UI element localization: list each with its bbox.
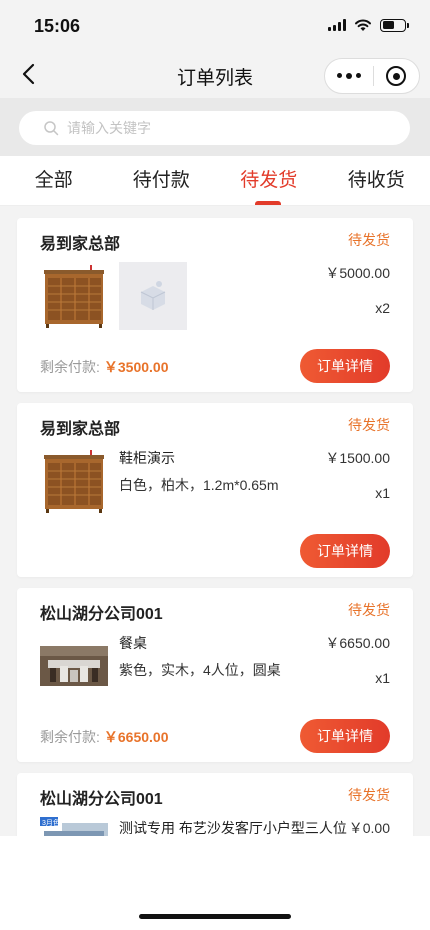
- battery-icon: [380, 18, 409, 32]
- goods-price: ￥6650.00: [325, 635, 390, 651]
- remaining-amount: ￥3500.00: [103, 359, 169, 375]
- goods-qty: x2: [375, 300, 390, 316]
- dining-table-thumbnail: [40, 632, 108, 700]
- shop-name: 易到家总部: [40, 421, 121, 438]
- status-icons: [328, 18, 409, 32]
- remaining-payment: 剩余付款: ￥3500.00: [40, 357, 169, 377]
- tab-pending-payment[interactable]: 待付款: [108, 156, 216, 205]
- goods-spec: 白色，柏木，1.2m*0.65m: [119, 477, 279, 493]
- remaining-label: 剩余付款:: [40, 359, 100, 375]
- tab-pending-receipt[interactable]: 待收货: [323, 156, 430, 205]
- cabinet-thumbnail: [40, 262, 108, 330]
- remaining-amount: ￥6650.00: [103, 729, 169, 745]
- status-bar: 15:06: [0, 0, 430, 54]
- search-box[interactable]: [19, 111, 410, 145]
- order-card[interactable]: 易到家总部 待发货 ￥5000.00 x2 剩余付款: ￥3500.00 订单详…: [17, 218, 413, 392]
- search-input[interactable]: [67, 120, 367, 136]
- goods-spec: 紫色，实木，4人位，圆桌: [119, 662, 281, 678]
- goods-price: ￥0.00: [348, 820, 390, 836]
- goods-name: 鞋柜演示: [119, 450, 175, 466]
- wifi-icon: [355, 19, 371, 31]
- order-status: 待发货: [348, 602, 390, 618]
- order-card[interactable]: 松山湖分公司001 待发货 3月色 测试专用 布艺沙发客厅小户型三人位 ￥0.0…: [17, 773, 413, 836]
- goods-price: ￥1500.00: [325, 450, 390, 466]
- order-detail-button[interactable]: 订单详情: [300, 719, 390, 753]
- search-area: [0, 98, 430, 156]
- signal-icon: [328, 19, 346, 31]
- remaining-payment: 剩余付款: ￥6650.00: [40, 727, 169, 747]
- shop-name: 松山湖分公司001: [40, 791, 163, 808]
- order-status: 待发货: [348, 787, 390, 803]
- remaining-label: 剩余付款:: [40, 729, 100, 745]
- goods-qty: x1: [375, 670, 390, 686]
- order-status: 待发货: [348, 232, 390, 248]
- close-target-icon[interactable]: [373, 66, 419, 86]
- placeholder-thumbnail: [119, 262, 187, 330]
- tab-all[interactable]: 全部: [0, 156, 108, 205]
- more-dots-icon[interactable]: [325, 73, 373, 79]
- goods-name: 餐桌: [119, 635, 147, 651]
- goods-qty: x1: [375, 485, 390, 501]
- cabinet-thumbnail: [40, 447, 108, 515]
- order-tabs: 全部 待付款 待发货 待收货: [0, 156, 430, 206]
- tab-pending-shipment[interactable]: 待发货: [215, 156, 323, 205]
- order-card[interactable]: 松山湖分公司001 待发货 餐桌 紫色，实木，4人位，圆桌 ￥6650.00 x…: [17, 588, 413, 762]
- search-icon: [44, 121, 59, 136]
- shop-name: 易到家总部: [40, 236, 121, 253]
- goods-price: ￥5000.00: [325, 265, 390, 281]
- status-time: 15:06: [34, 16, 81, 36]
- order-card[interactable]: 易到家总部 待发货 鞋柜演示 白色，柏木，1.2m*0.65m ￥1500.00…: [17, 403, 413, 577]
- order-status: 待发货: [348, 417, 390, 433]
- home-indicator: [139, 914, 291, 919]
- order-detail-button[interactable]: 订单详情: [300, 534, 390, 568]
- thumb-tag: 3月色: [42, 820, 60, 827]
- order-detail-button[interactable]: 订单详情: [300, 349, 390, 383]
- order-list: 易到家总部 待发货 ￥5000.00 x2 剩余付款: ￥3500.00 订单详…: [0, 206, 430, 836]
- mini-program-capsule: [324, 58, 420, 94]
- shop-name: 松山湖分公司001: [40, 606, 163, 623]
- nav-bar: 订单列表: [0, 54, 430, 98]
- goods-name: 测试专用 布艺沙发客厅小户型三人位: [119, 820, 347, 836]
